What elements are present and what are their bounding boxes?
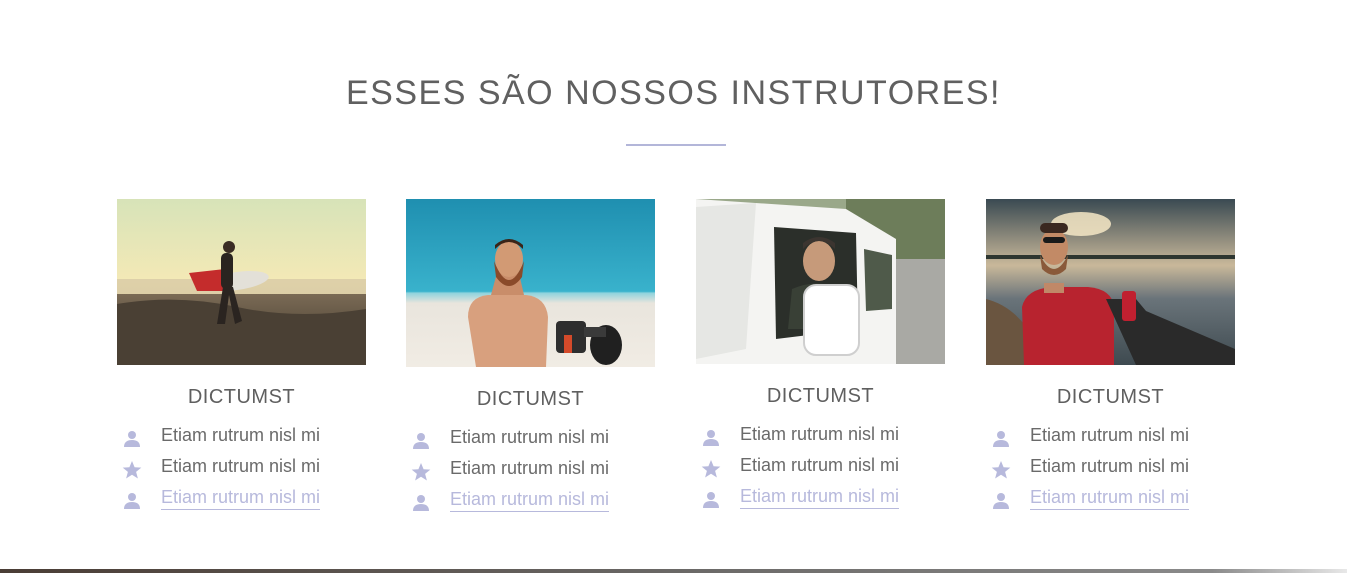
- info-item: Etiam rutrum nisl mi: [986, 456, 1235, 487]
- info-item: Etiam rutrum nisl mi: [696, 486, 945, 517]
- user-icon: [701, 428, 721, 448]
- star-icon: [701, 459, 721, 479]
- instructor-name: DICTUMST: [766, 385, 875, 407]
- bearded-man-with-camera-photo: [406, 199, 655, 367]
- surfer-on-beach-photo: [117, 199, 366, 365]
- user-icon: [411, 493, 431, 513]
- info-item: Etiam rutrum nisl mi: [117, 456, 366, 487]
- instructor-name: DICTUMST: [476, 388, 585, 410]
- instructor-link[interactable]: Etiam rutrum nisl mi: [1030, 487, 1190, 510]
- man-at-lake-sunset-photo: [986, 199, 1235, 365]
- instructor-card: DICTUMST Etiam rutrum nisl mi Etiam rutr…: [406, 199, 655, 519]
- instructor-card: DICTUMST Etiam rutrum nisl mi Etiam rutr…: [117, 199, 366, 519]
- info-item: Etiam rutrum nisl mi: [406, 427, 655, 458]
- info-text: Etiam rutrum nisl mi: [740, 455, 900, 475]
- user-icon: [991, 429, 1011, 449]
- instructor-link[interactable]: Etiam rutrum nisl mi: [740, 486, 900, 509]
- instructor-info-list: Etiam rutrum nisl mi Etiam rutrum nisl m…: [117, 425, 366, 518]
- info-text: Etiam rutrum nisl mi: [450, 427, 610, 447]
- instructor-info-list: Etiam rutrum nisl mi Etiam rutrum nisl m…: [986, 425, 1235, 518]
- title-divider: [626, 144, 726, 146]
- info-item: Etiam rutrum nisl mi: [986, 487, 1235, 518]
- instructor-card: DICTUMST Etiam rutrum nisl mi Etiam rutr…: [986, 199, 1235, 519]
- info-item: Etiam rutrum nisl mi: [696, 424, 945, 455]
- info-text: Etiam rutrum nisl mi: [740, 424, 900, 444]
- star-icon: [122, 460, 142, 480]
- user-icon: [122, 429, 142, 449]
- info-item: Etiam rutrum nisl mi: [986, 425, 1235, 456]
- info-item: Etiam rutrum nisl mi: [117, 425, 366, 456]
- info-text: Etiam rutrum nisl mi: [161, 456, 321, 476]
- user-icon: [701, 490, 721, 510]
- next-section-edge: [0, 569, 1347, 573]
- info-text: Etiam rutrum nisl mi: [161, 425, 321, 445]
- user-icon: [991, 491, 1011, 511]
- section-title: ESSES SÃO NOSSOS INSTRUTORES!: [345, 74, 1002, 112]
- instructor-info-list: Etiam rutrum nisl mi Etiam rutrum nisl m…: [696, 424, 945, 517]
- info-text: Etiam rutrum nisl mi: [1030, 425, 1190, 445]
- instructor-link[interactable]: Etiam rutrum nisl mi: [161, 487, 321, 510]
- instructor-name: DICTUMST: [1056, 386, 1165, 408]
- instructor-name: DICTUMST: [187, 386, 296, 408]
- info-item: Etiam rutrum nisl mi: [696, 455, 945, 486]
- star-icon: [991, 460, 1011, 480]
- instructor-card: DICTUMST Etiam rutrum nisl mi Etiam rutr…: [696, 199, 945, 519]
- user-icon: [122, 491, 142, 511]
- star-icon: [411, 462, 431, 482]
- info-item: Etiam rutrum nisl mi: [406, 489, 655, 520]
- man-in-van-photo: [696, 199, 945, 364]
- info-item: Etiam rutrum nisl mi: [117, 487, 366, 518]
- user-icon: [411, 431, 431, 451]
- instructor-info-list: Etiam rutrum nisl mi Etiam rutrum nisl m…: [406, 427, 655, 520]
- info-text: Etiam rutrum nisl mi: [450, 458, 610, 478]
- info-item: Etiam rutrum nisl mi: [406, 458, 655, 489]
- info-text: Etiam rutrum nisl mi: [1030, 456, 1190, 476]
- instructor-link[interactable]: Etiam rutrum nisl mi: [450, 489, 610, 512]
